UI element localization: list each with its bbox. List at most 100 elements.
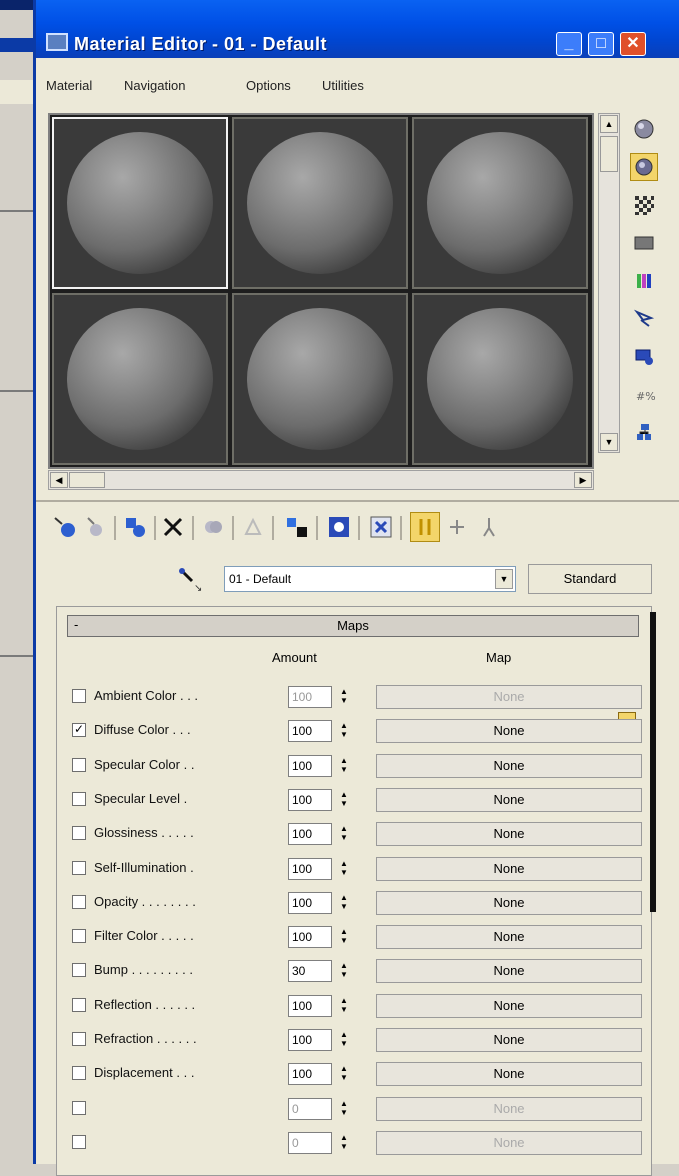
amount-spinner-icon[interactable]: ▲ ▼ [338, 756, 350, 776]
map-enable-checkbox[interactable] [72, 1101, 86, 1115]
amount-input[interactable]: 0 [288, 1098, 332, 1120]
go-forward-to-sibling-icon[interactable] [442, 512, 472, 542]
material-name-field[interactable]: 01 - Default ▼ [224, 566, 516, 592]
sample-slots-horizontal-scrollbar[interactable]: ◀ ▶ [48, 470, 594, 490]
map-enable-checkbox[interactable] [72, 1135, 86, 1149]
sample-slots-vertical-scrollbar[interactable]: ▲ ▼ [598, 113, 620, 453]
material-type-button[interactable]: Standard [528, 564, 652, 594]
amount-spinner-icon[interactable]: ▲ ▼ [338, 721, 350, 741]
reset-map-icon[interactable] [158, 512, 188, 542]
maximize-button[interactable]: □ [588, 32, 614, 56]
amount-spinner-icon[interactable]: ▲ ▼ [338, 790, 350, 810]
sample-slot[interactable] [232, 293, 408, 465]
amount-input[interactable]: 100 [288, 686, 332, 708]
close-button[interactable]: ✕ [620, 32, 646, 56]
map-slot-button[interactable]: None [376, 857, 642, 881]
sample-slot[interactable] [412, 117, 588, 289]
map-slot-button[interactable]: None [376, 685, 642, 709]
maps-rollout-header[interactable]: - Maps [67, 615, 639, 637]
pick-material-from-object-button[interactable]: ↘ [176, 565, 216, 595]
amount-input[interactable]: 100 [288, 1063, 332, 1085]
assign-to-selection-icon[interactable] [120, 512, 150, 542]
scrollbar-thumb[interactable] [69, 472, 105, 488]
map-enable-checkbox[interactable] [72, 861, 86, 875]
map-enable-checkbox[interactable] [72, 1032, 86, 1046]
amount-spinner-icon[interactable]: ▲ ▼ [338, 1064, 350, 1084]
put-to-scene-icon[interactable] [80, 512, 110, 542]
minimize-button[interactable]: _ [556, 32, 582, 56]
scroll-right-arrow-icon[interactable]: ▶ [574, 472, 592, 488]
amount-input[interactable]: 0 [288, 1132, 332, 1154]
map-enable-checkbox[interactable] [72, 963, 86, 977]
map-slot-button[interactable]: None [376, 1097, 642, 1121]
show-map-in-viewport-icon[interactable] [324, 512, 354, 542]
sample-slot[interactable] [412, 293, 588, 465]
map-enable-checkbox[interactable] [72, 792, 86, 806]
sample-slot[interactable] [52, 117, 228, 289]
map-slot-button[interactable]: None [376, 754, 642, 778]
menu-options[interactable]: Options [246, 78, 291, 93]
sample-slot[interactable] [52, 293, 228, 465]
amount-spinner-icon[interactable]: ▲ ▼ [338, 1099, 350, 1119]
map-slot-button[interactable]: None [376, 788, 642, 812]
menu-navigation[interactable]: Navigation [124, 78, 185, 93]
amount-spinner-icon[interactable]: ▲ ▼ [338, 1030, 350, 1050]
map-enable-checkbox[interactable]: ✓ [72, 723, 86, 737]
amount-input[interactable]: 100 [288, 926, 332, 948]
map-slot-button[interactable]: None [376, 1131, 642, 1155]
select-by-material-icon[interactable]: #% [630, 381, 658, 409]
material-navigator-icon[interactable] [630, 419, 658, 447]
sample-type-sphere-icon[interactable] [630, 115, 658, 143]
map-enable-checkbox[interactable] [72, 998, 86, 1012]
amount-spinner-icon[interactable]: ▲ ▼ [338, 927, 350, 947]
background-checker-icon[interactable] [630, 191, 658, 219]
amount-spinner-icon[interactable]: ▲ ▼ [338, 687, 350, 707]
amount-input[interactable]: 100 [288, 823, 332, 845]
uv-tiling-icon[interactable] [630, 229, 658, 257]
show-end-result-icon[interactable] [366, 512, 396, 542]
put-to-library-icon[interactable] [238, 512, 268, 542]
material-id-channel-icon[interactable] [282, 512, 312, 542]
amount-spinner-icon[interactable]: ▲ ▼ [338, 961, 350, 981]
scrollbar-thumb[interactable] [600, 136, 618, 172]
go-to-parent-icon[interactable] [410, 512, 440, 542]
title-bar[interactable]: Material Editor - 01 - Default _ □ ✕ [36, 0, 679, 58]
map-enable-checkbox[interactable] [72, 929, 86, 943]
amount-input[interactable]: 100 [288, 755, 332, 777]
map-slot-button[interactable]: None [376, 925, 642, 949]
map-slot-button[interactable]: None [376, 1028, 642, 1052]
get-material-icon[interactable] [50, 512, 80, 542]
scroll-up-arrow-icon[interactable]: ▲ [600, 115, 618, 133]
amount-input[interactable]: 100 [288, 789, 332, 811]
amount-spinner-icon[interactable]: ▲ ▼ [338, 1133, 350, 1153]
scroll-down-arrow-icon[interactable]: ▼ [600, 433, 618, 451]
amount-input[interactable]: 100 [288, 858, 332, 880]
amount-input[interactable]: 100 [288, 995, 332, 1017]
make-preview-icon[interactable] [630, 305, 658, 333]
map-slot-button[interactable]: None [376, 719, 642, 743]
amount-input[interactable]: 100 [288, 892, 332, 914]
backlight-icon[interactable] [630, 153, 658, 181]
map-slot-button[interactable]: None [376, 822, 642, 846]
amount-spinner-icon[interactable]: ▲ ▼ [338, 824, 350, 844]
scroll-left-arrow-icon[interactable]: ◀ [50, 472, 68, 488]
map-enable-checkbox[interactable] [72, 689, 86, 703]
menu-material[interactable]: Material [46, 78, 92, 93]
make-unique-icon[interactable] [198, 512, 228, 542]
dropdown-arrow-icon[interactable]: ▼ [495, 569, 513, 589]
map-slot-button[interactable]: None [376, 959, 642, 983]
map-enable-checkbox[interactable] [72, 826, 86, 840]
amount-spinner-icon[interactable]: ▲ ▼ [338, 996, 350, 1016]
amount-input[interactable]: 100 [288, 1029, 332, 1051]
options-icon[interactable] [630, 343, 658, 371]
map-slot-button[interactable]: None [376, 1062, 642, 1086]
map-enable-checkbox[interactable] [72, 1066, 86, 1080]
map-slot-button[interactable]: None [376, 994, 642, 1018]
video-color-check-icon[interactable] [630, 267, 658, 295]
amount-spinner-icon[interactable]: ▲ ▼ [338, 859, 350, 879]
map-slot-button[interactable]: None [376, 891, 642, 915]
amount-spinner-icon[interactable]: ▲ ▼ [338, 893, 350, 913]
amount-input[interactable]: 100 [288, 720, 332, 742]
map-enable-checkbox[interactable] [72, 758, 86, 772]
sample-slot[interactable] [232, 117, 408, 289]
